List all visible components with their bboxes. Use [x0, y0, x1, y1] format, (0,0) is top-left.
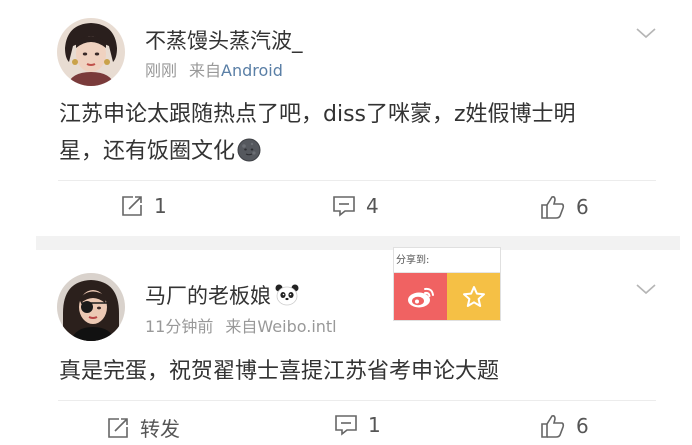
source-link[interactable]: Android: [221, 61, 283, 80]
card-separator: [36, 236, 680, 250]
chevron-down-icon[interactable]: [635, 26, 657, 40]
comment-card: 马厂的老板娘 11分钟前 来自Weibo.intl 真是完蛋，祝贺翟博士喜提江苏省…: [0, 250, 692, 445]
comment-icon: [335, 415, 357, 436]
comment-icon: [333, 196, 355, 217]
panda-emoji: [275, 284, 299, 306]
post-time: 刚刚: [145, 61, 178, 80]
weibo-comment-feed: 不蒸馒头蒸汽波_ 刚刚 来自Android 江苏申论太跟随热点了吧，diss了咪蒙…: [0, 0, 692, 445]
repost-button[interactable]: 转发: [106, 413, 180, 442]
repost-icon: [122, 196, 142, 216]
comment-text-line: 真是完蛋，祝贺翟博士喜提江苏省考申论大题: [59, 359, 500, 384]
divider: [58, 180, 656, 181]
comment-card: 不蒸馒头蒸汽波_ 刚刚 来自Android 江苏申论太跟随热点了吧，diss了咪蒙…: [0, 0, 692, 236]
comment-text-line: 江苏申论太跟随热点了吧，diss了咪蒙，z姓假博士明: [59, 102, 576, 127]
new-moon-face-emoji: [237, 138, 261, 162]
comment-text: 真是完蛋，祝贺翟博士喜提江苏省考申论大题: [59, 353, 659, 390]
repost-label: 转发: [140, 417, 180, 441]
repost-icon: [108, 417, 128, 438]
weibo-icon: [407, 287, 434, 307]
thumbs-up-icon: [541, 196, 565, 219]
comment-text: 江苏申论太跟随热点了吧，diss了咪蒙，z姓假博士明 星，还有饭圈文化: [59, 96, 659, 170]
avatar[interactable]: [57, 18, 125, 86]
like-count: 6: [576, 414, 589, 438]
post-meta: 11分钟前 来自Weibo.intl: [145, 313, 337, 337]
repost-button[interactable]: 1: [120, 194, 167, 218]
like-button[interactable]: 6: [540, 413, 589, 439]
comment-button[interactable]: 4: [332, 194, 379, 218]
star-icon: [462, 285, 485, 307]
avatar[interactable]: [57, 273, 125, 341]
source-link[interactable]: Weibo.intl: [257, 317, 336, 336]
comment-count: 1: [368, 413, 381, 437]
username-text: 马厂的老板娘: [145, 284, 271, 308]
comment-text-fragment: 星，还有饭圈文化: [59, 139, 236, 164]
like-button[interactable]: 6: [540, 194, 589, 220]
post-time: 11分钟前: [145, 317, 214, 336]
comment-button[interactable]: 1: [334, 413, 381, 437]
thumbs-up-icon: [541, 415, 565, 438]
source-prefix: 来自: [225, 317, 258, 336]
chevron-down-icon[interactable]: [635, 282, 657, 296]
username[interactable]: 马厂的老板娘: [145, 280, 299, 310]
comment-count: 4: [366, 194, 379, 218]
source-prefix: 来自: [189, 61, 222, 80]
repost-count: 1: [154, 194, 167, 218]
username[interactable]: 不蒸馒头蒸汽波_: [145, 25, 303, 55]
divider: [58, 400, 656, 401]
comment-text-line: 星，还有饭圈文化: [59, 133, 659, 170]
favorite-button[interactable]: [447, 273, 500, 320]
share-popup-title: 分享到:: [396, 255, 430, 266]
share-weibo-button[interactable]: [394, 273, 447, 320]
post-meta: 刚刚 来自Android: [145, 57, 283, 81]
share-popup: 分享到:: [393, 247, 501, 321]
like-count: 6: [576, 195, 589, 219]
